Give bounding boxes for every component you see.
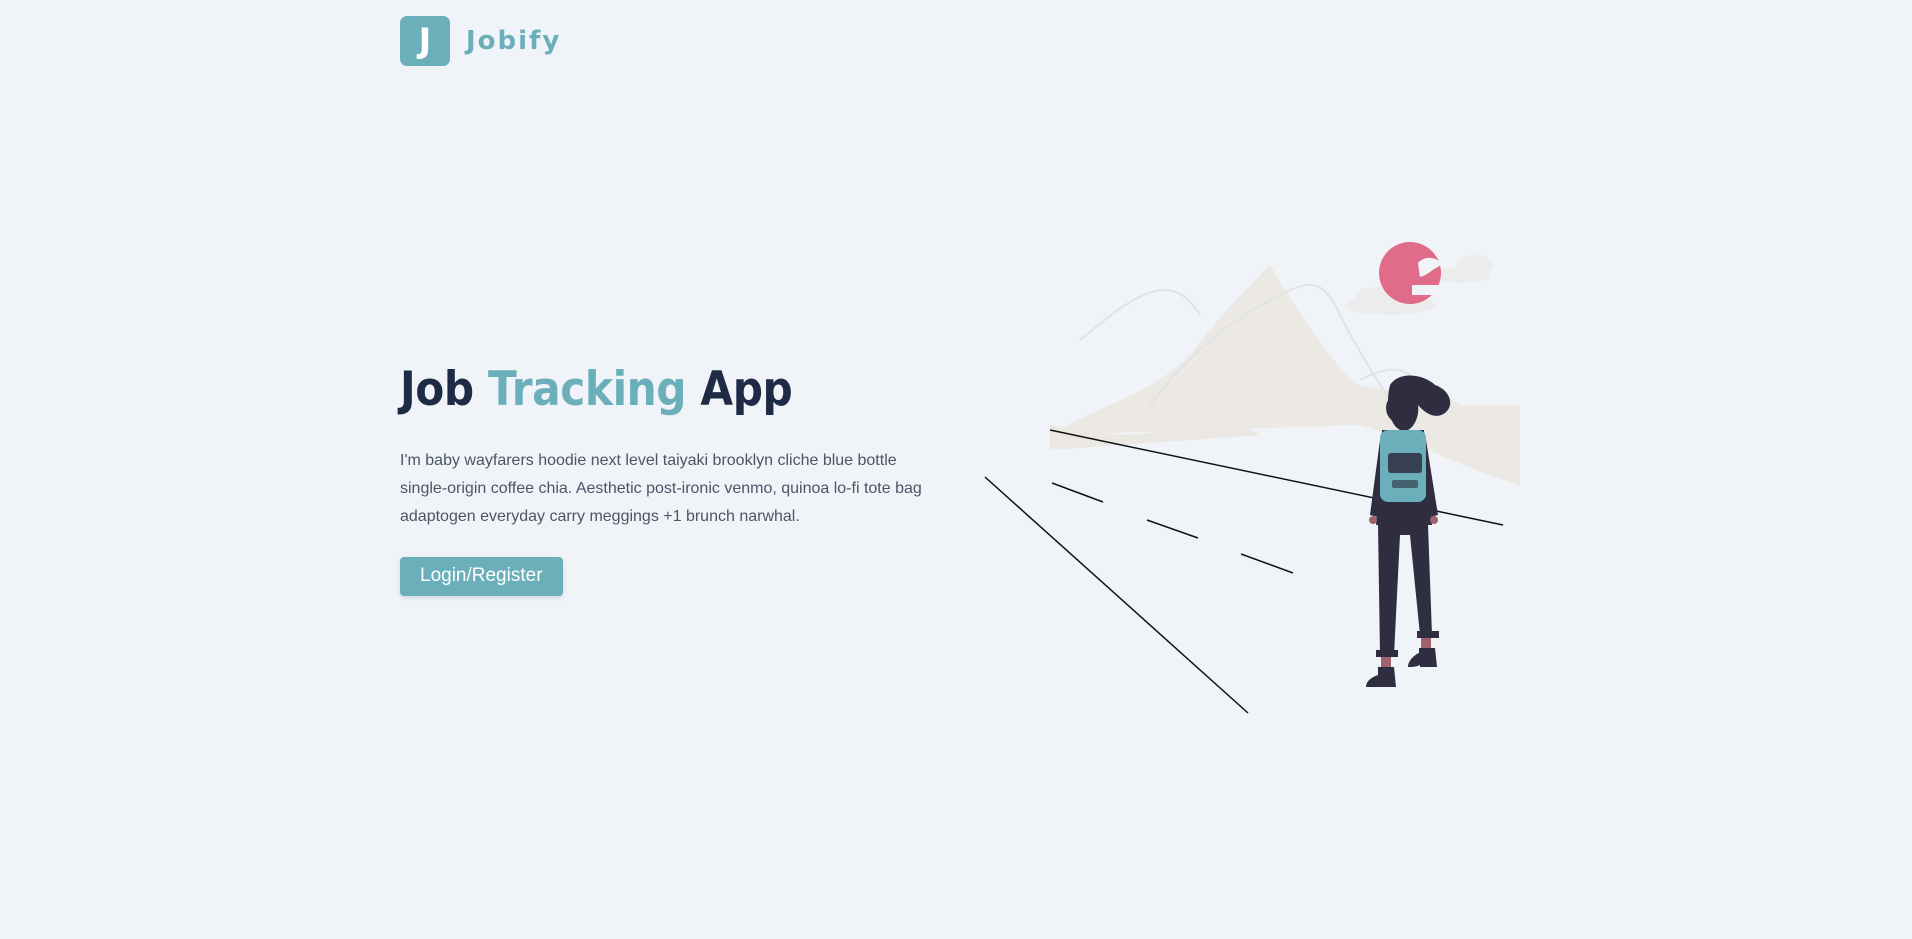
logo-text[interactable]: Jobify [466,26,561,56]
title-part-1: Job [400,362,474,417]
title-part-2: App [700,362,793,417]
login-register-button[interactable]: Login/Register [400,557,563,596]
hero-section: Job Tracking App I'm baby wayfarers hood… [400,362,960,596]
navbar: J Jobify [400,16,561,66]
hero-description: I'm baby wayfarers hoodie next level tai… [400,452,922,525]
title-accent: Tracking [488,362,687,417]
landing-page: J Jobify Job Tracking App I'm baby wayfa… [0,0,1912,939]
page-title: Job Tracking App [400,362,904,417]
woman-with-backpack-illustration [984,242,1520,714]
mountains [1050,265,1520,485]
logo-icon[interactable]: J [400,16,450,66]
sun-icon [1379,242,1450,304]
